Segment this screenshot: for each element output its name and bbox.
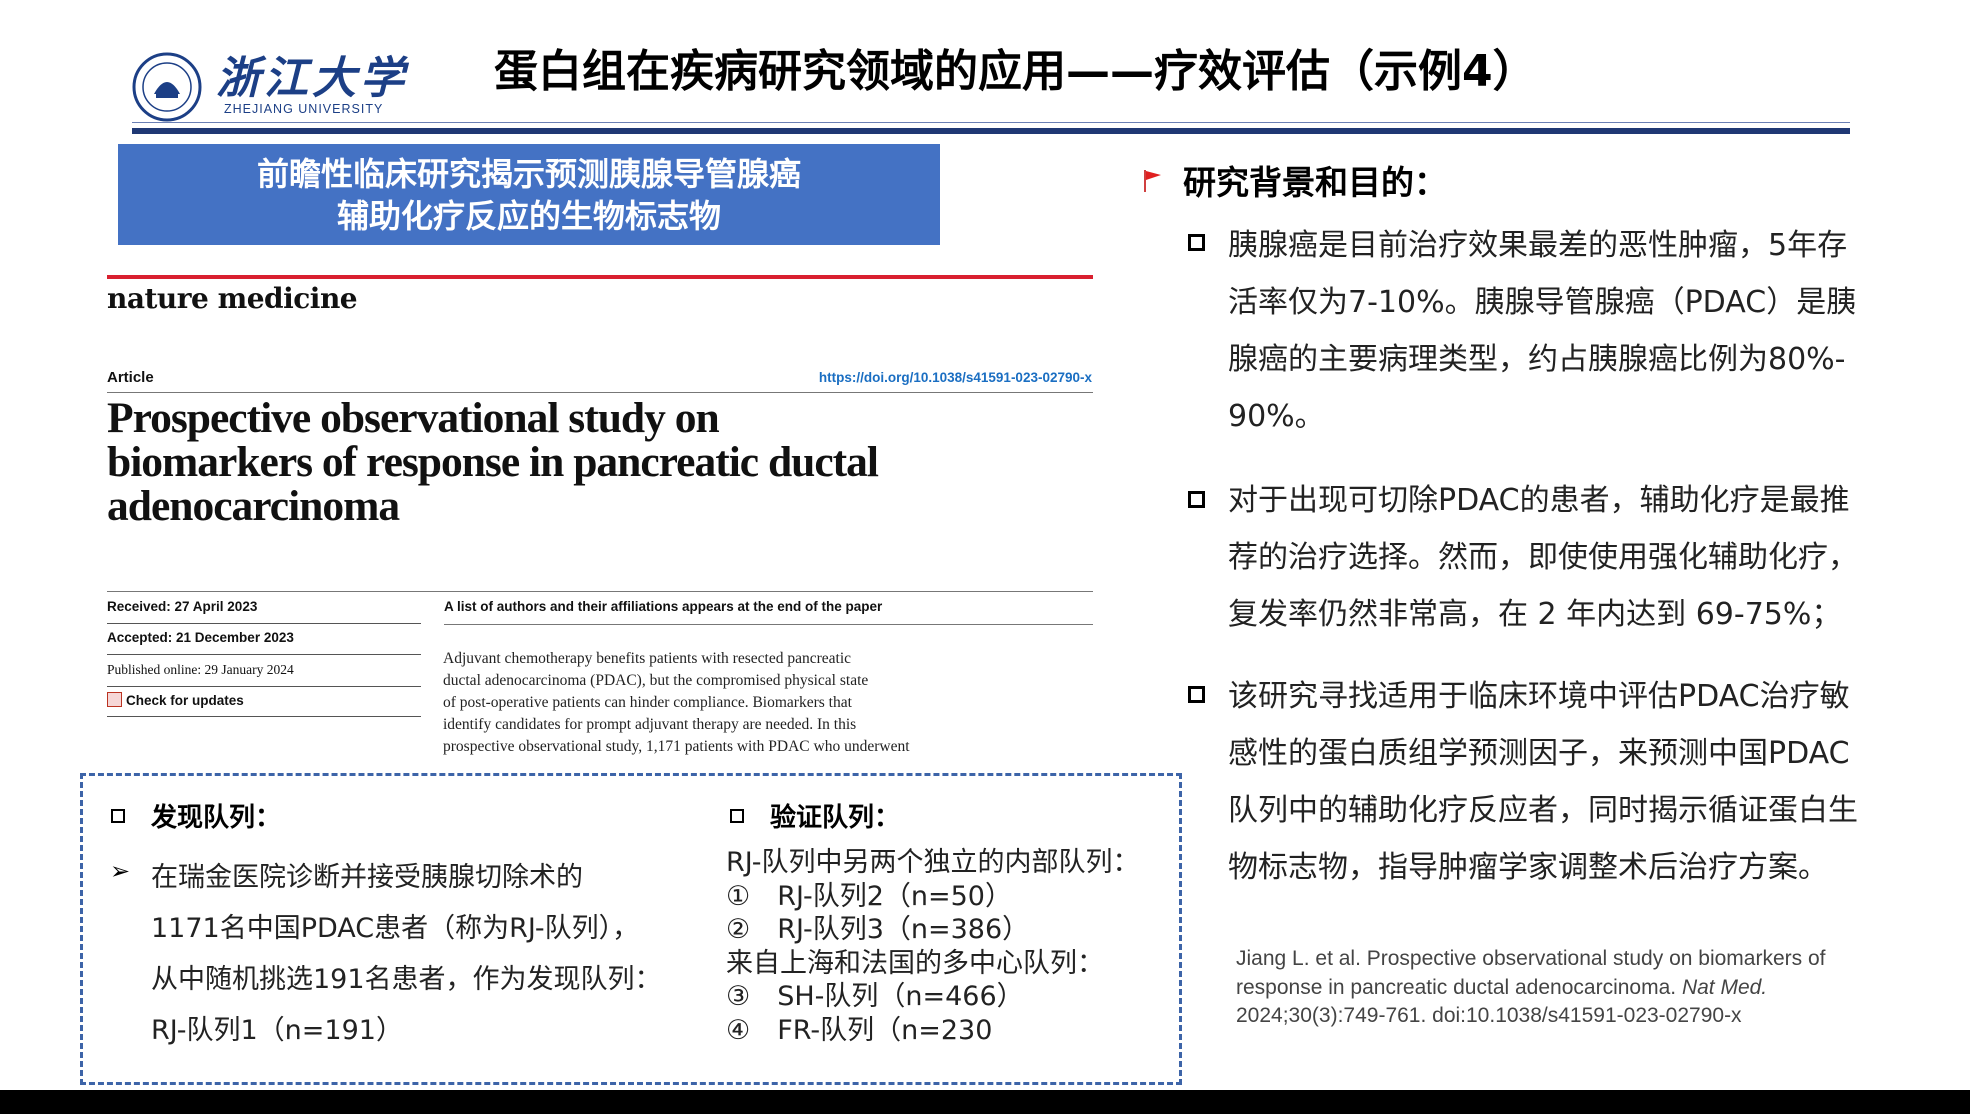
- check-updates-label: Check for updates: [126, 693, 244, 708]
- article-type-label: Article: [107, 369, 154, 386]
- journal-red-rule: [107, 275, 1093, 279]
- checkbox-square-icon: [730, 809, 744, 823]
- bullet-line: 胰腺癌是目前治疗效果最差的恶性肿瘤，5年存: [1228, 228, 1848, 263]
- bullet-line: 队列中的辅助化疗反应者，同时揭示循证蛋白生: [1228, 793, 1858, 828]
- discovery-cohort-title: 发现队列：: [151, 803, 282, 833]
- discovery-line: RJ-队列1（n=191）: [151, 1015, 403, 1046]
- checkbox-square-icon: [1188, 686, 1205, 703]
- citation-journal: Nat Med.: [1681, 975, 1768, 999]
- arrow-bullet-icon: ➢: [110, 857, 131, 885]
- validation-line: 来自上海和法国的多中心队列：: [726, 947, 1104, 979]
- abstract-line: of post-operative patients can hinder co…: [443, 694, 852, 711]
- paper-title-line: biomarkers of response in pancreatic duc…: [107, 438, 879, 486]
- slide: 浙江大学 ZHEJIANG UNIVERSITY 蛋白组在疾病研究领域的应用——…: [0, 0, 1970, 1090]
- accepted-date: Accepted: 21 December 2023: [107, 630, 294, 645]
- checkbox-square-icon: [1188, 491, 1205, 508]
- citation-line: response in pancreatic ductal adenocarci…: [1236, 974, 1825, 1003]
- discovery-cohort-text: 在瑞金医院诊断并接受胰腺切除术的 1171名中国PDAC患者（称为RJ-队列），…: [151, 852, 662, 1056]
- discovery-line: 在瑞金医院诊断并接受胰腺切除术的: [151, 862, 583, 893]
- article-header-rule: [107, 392, 1093, 393]
- background-bullet-1: 胰腺癌是目前治疗效果最差的恶性肿瘤，5年存 活率仅为7-10%。胰腺导管腺癌（P…: [1228, 217, 1856, 445]
- bullet-line: 感性的蛋白质组学预测因子，来预测中国PDAC: [1228, 736, 1850, 771]
- citation-line: 2024;30(3):749-761. doi:10.1038/s41591-0…: [1236, 1004, 1742, 1027]
- bullet-line: 该研究寻找适用于临床环境中评估PDAC治疗敏: [1228, 679, 1850, 714]
- slide-title: 蛋白组在疾病研究领域的应用——疗效评估（示例4）: [494, 46, 1537, 97]
- banner-line-1: 前瞻性临床研究揭示预测胰腺导管腺癌: [256, 155, 801, 193]
- validation-line: ④ FR-队列（n=230: [726, 1014, 993, 1046]
- checkbox-square-icon: [111, 809, 125, 823]
- topic-banner: 前瞻性临床研究揭示预测胰腺导管腺癌 辅助化疗反应的生物标志物: [118, 144, 940, 245]
- logo-chinese-text: 浙江大学: [216, 53, 408, 104]
- published-date: Published online: 29 January 2024: [107, 662, 294, 677]
- bullet-line: 腺癌的主要病理类型，约占胰腺癌比例为80%-: [1228, 342, 1846, 377]
- citation-text: response in pancreatic ductal adenocarci…: [1236, 975, 1682, 999]
- meta-top-rule: [107, 591, 1093, 592]
- paper-title-line: adenocarcinoma: [107, 482, 400, 530]
- meta-rule: [107, 654, 421, 655]
- bullet-line: 活率仅为7-10%。胰腺导管腺癌（PDAC）是胰: [1228, 285, 1857, 320]
- citation-line: Jiang L. et al. Prospective observationa…: [1236, 947, 1826, 970]
- bullet-line: 物标志物，指导肿瘤学家调整术后治疗方案。: [1228, 850, 1828, 885]
- bullet-line: 对于出现可切除PDAC的患者，辅助化疗是最推: [1228, 483, 1850, 518]
- validation-line: ② RJ-队列3（n=386）: [726, 914, 1030, 945]
- journal-name: nature medicine: [107, 282, 358, 315]
- meta-rule: [107, 686, 421, 687]
- abstract-line: identify candidates for prompt adjuvant …: [443, 716, 857, 733]
- checkbox-square-icon: [1188, 234, 1205, 251]
- check-updates-icon: [107, 692, 122, 707]
- discovery-line: 1171名中国PDAC患者（称为RJ-队列），: [151, 913, 640, 944]
- logo-english-text: ZHEJIANG UNIVERSITY: [224, 102, 384, 116]
- background-section-title: 研究背景和目的：: [1183, 163, 1447, 202]
- meta-rule: [107, 623, 421, 624]
- authors-rule: [444, 624, 1093, 625]
- discovery-line: 从中随机挑选191名患者，作为发现队列：: [151, 964, 662, 995]
- header-thin-divider: [132, 122, 1850, 123]
- banner-line-2: 辅助化疗反应的生物标志物: [336, 197, 721, 235]
- paper-title: Prospective observational study on bioma…: [107, 394, 879, 530]
- bullet-line: 复发率仍然非常高，在 2 年内达到 69-75%；: [1228, 597, 1842, 632]
- article-doi-link[interactable]: https://doi.org/10.1038/s41591-023-02790…: [819, 370, 1092, 385]
- validation-cohort-title: 验证队列：: [770, 803, 901, 833]
- abstract-line: prospective observational study, 1,171 p…: [443, 738, 910, 755]
- abstract-line: ductal adenocarcinoma (PDAC), but the co…: [443, 672, 869, 689]
- abstract-text: Adjuvant chemotherapy benefits patients …: [443, 648, 910, 758]
- check-updates-link[interactable]: Check for updates: [107, 692, 244, 708]
- bullet-line: 荐的治疗选择。然而，即使使用强化辅助化疗，: [1228, 540, 1858, 575]
- meta-rule: [107, 716, 421, 717]
- received-date: Received: 27 April 2023: [107, 599, 258, 614]
- paper-title-line: Prospective observational study on: [107, 394, 720, 442]
- bullet-line: 90%。: [1228, 399, 1325, 434]
- validation-line: ③ SH-队列（n=466）: [726, 981, 1024, 1012]
- validation-cohort-text: RJ-队列中另两个独立的内部队列： ① RJ-队列2（n=50） ② RJ-队列…: [726, 846, 1140, 1047]
- university-logo: 浙江大学 ZHEJIANG UNIVERSITY: [132, 52, 412, 124]
- abstract-line: Adjuvant chemotherapy benefits patients …: [443, 650, 852, 667]
- background-bullet-3: 该研究寻找适用于临床环境中评估PDAC治疗敏 感性的蛋白质组学预测因子，来预测中…: [1228, 668, 1858, 896]
- validation-line: ① RJ-队列2（n=50）: [726, 880, 1012, 912]
- header-divider: [132, 128, 1850, 134]
- red-flag-icon: [1144, 170, 1161, 192]
- validation-line: RJ-队列中另两个独立的内部队列：: [726, 847, 1140, 878]
- reference-citation: Jiang L. et al. Prospective observationa…: [1236, 945, 1825, 1031]
- authors-note: A list of authors and their affiliations…: [444, 599, 883, 614]
- university-seal-icon: [132, 52, 202, 122]
- background-bullet-2: 对于出现可切除PDAC的患者，辅助化疗是最推 荐的治疗选择。然而，即使使用强化辅…: [1228, 472, 1858, 643]
